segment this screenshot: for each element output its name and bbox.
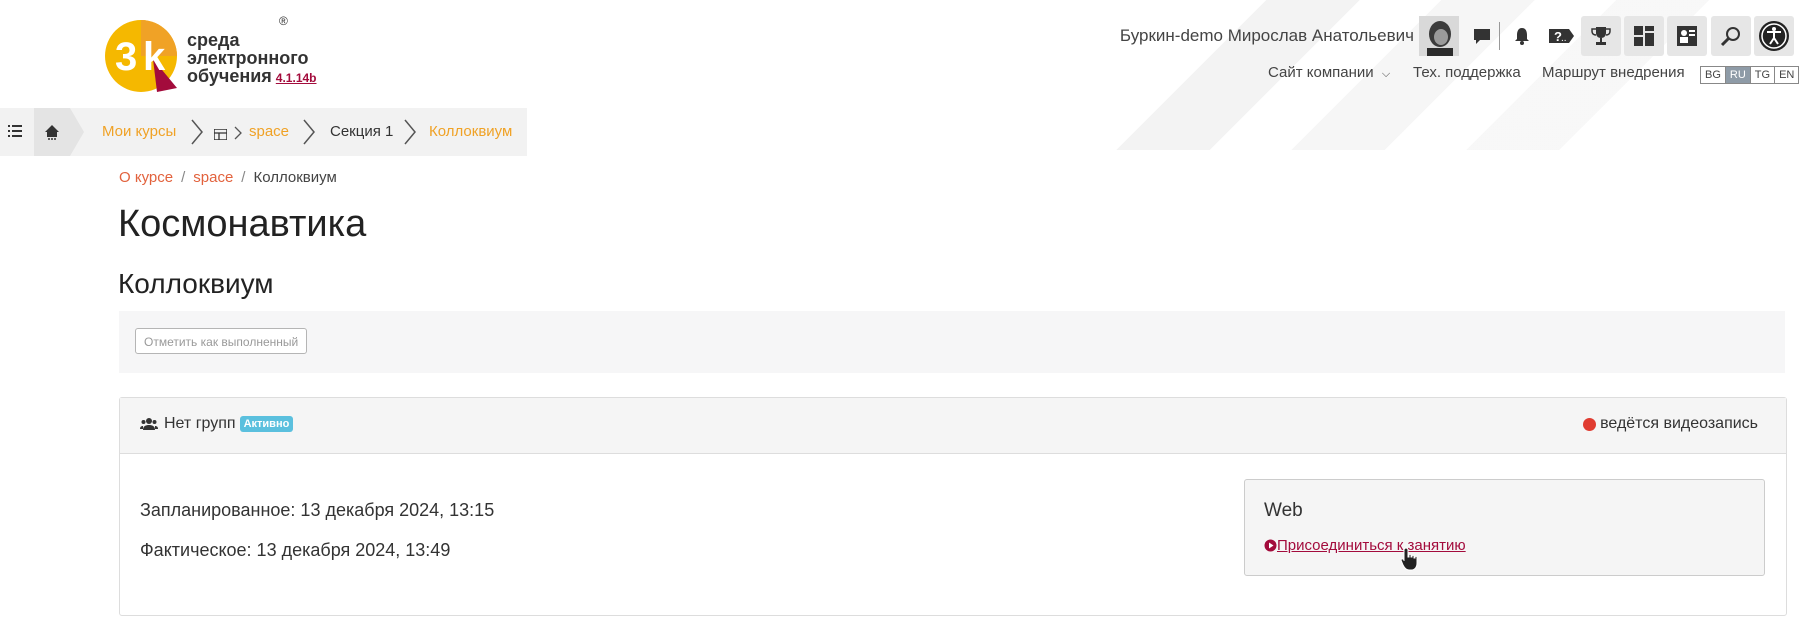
chat-icon[interactable] (1462, 16, 1502, 56)
mark-complete-button[interactable]: Отметить как выполненный (135, 328, 308, 354)
web-title: Web (1264, 500, 1303, 521)
lang-en[interactable]: EN (1775, 67, 1798, 83)
lang-bg[interactable]: BG (1701, 67, 1726, 83)
logo-line-3: обучения (187, 66, 272, 86)
search-icon[interactable] (1711, 16, 1751, 56)
help-icon[interactable]: ?.. (1541, 16, 1581, 56)
support-link[interactable]: Тех. поддержка (1413, 64, 1521, 81)
implementation-route-link[interactable]: Маршрут внедрения (1542, 64, 1685, 81)
join-session-label: Присоединиться к занятию (1277, 537, 1466, 554)
language-switcher: BG RU TG EN (1700, 66, 1800, 84)
logo-version[interactable]: 4.1.14b (276, 71, 317, 85)
group-selector: Нет групп Активно (140, 415, 294, 433)
breadcrumb-separator: / (181, 169, 186, 186)
home-icon[interactable] (34, 108, 70, 156)
join-session-link[interactable]: Присоединиться к занятию (1264, 537, 1466, 554)
registered-mark: ® (279, 14, 288, 28)
actual-time: Фактическое: 13 декабря 2024, 13:49 (140, 540, 451, 560)
svg-text:3: 3 (115, 35, 137, 79)
company-site-label: Сайт компании (1268, 64, 1374, 81)
dashboard-icon[interactable] (1624, 16, 1664, 56)
company-site-dropdown[interactable]: Сайт компании ⌵ (1268, 64, 1390, 81)
breadcrumb-current: Коллоквиум (253, 169, 337, 186)
breadcrumb-my-courses[interactable]: Мои курсы (102, 123, 176, 140)
breadcrumb-activity[interactable]: Коллоквиум (429, 123, 512, 140)
svg-text:..: .. (1561, 33, 1567, 44)
session-card: Нет групп Активно ведётся видеозапись За… (119, 397, 1787, 616)
bell-icon[interactable] (1502, 16, 1542, 56)
accessibility-icon[interactable] (1754, 16, 1794, 56)
users-icon (140, 417, 158, 431)
status-badge: Активно (239, 416, 294, 432)
session-card-header: Нет групп Активно ведётся видеозапись (120, 398, 1786, 454)
logo-line-2: электронного (187, 48, 309, 68)
chevron-right-small-icon (234, 126, 242, 140)
breadcrumb-separator: / (241, 169, 246, 186)
web-join-panel: Web Присоединиться к занятию (1244, 479, 1765, 576)
course-breadcrumb-bar: Мои курсы space Секция 1 Коллоквиум (0, 108, 527, 156)
breadcrumb-course[interactable]: space (249, 123, 289, 140)
completion-panel: Отметить как выполненный (119, 311, 1785, 373)
badge-icon[interactable] (1667, 16, 1707, 56)
play-circle-icon (1264, 539, 1277, 552)
recording-indicator: ведётся видеозапись (1583, 415, 1758, 433)
logo-mark-icon: 3 k (105, 20, 177, 92)
recording-dot-icon (1583, 417, 1597, 431)
trophy-icon[interactable] (1581, 16, 1621, 56)
logo-text: среда электронного обучения 4.1.14b (187, 31, 317, 87)
avatar[interactable] (1419, 16, 1459, 56)
breadcrumb-section[interactable]: Секция 1 (330, 123, 393, 140)
chevron-right-icon (191, 119, 203, 145)
chevron-right-icon (303, 119, 315, 145)
breadcrumb-about[interactable]: О курсе (119, 169, 173, 186)
chevron-right-icon (404, 119, 416, 145)
lang-tg[interactable]: TG (1751, 67, 1776, 83)
hand-cursor-icon (1401, 547, 1418, 571)
toolbar-divider (1499, 22, 1500, 50)
list-icon[interactable] (8, 124, 22, 143)
lang-ru[interactable]: RU (1725, 67, 1751, 83)
chevron-down-icon: ⌵ (1381, 68, 1391, 80)
breadcrumb-course-link[interactable]: space (193, 169, 233, 186)
svg-text:k: k (143, 35, 166, 79)
logo-line-1: среда (187, 30, 240, 50)
breadcrumb: О курсе / space / Коллоквиум (119, 169, 337, 186)
groups-label: Нет групп (164, 415, 236, 432)
user-name[interactable]: Буркин-demo Мирослав Анатольевич (1120, 26, 1414, 46)
avatar-image-icon (1419, 16, 1459, 56)
page-title: Космонавтика (118, 203, 367, 245)
recording-label: ведётся видеозапись (1600, 415, 1758, 432)
planned-time: Запланированное: 13 декабря 2024, 13:15 (140, 500, 495, 520)
activity-title: Коллоквиум (118, 268, 274, 299)
site-logo[interactable]: 3 k ® среда электронного обучения 4.1.14b (103, 14, 318, 96)
breadcrumb-arrow-icon (70, 108, 84, 156)
course-grid-icon (213, 127, 228, 145)
